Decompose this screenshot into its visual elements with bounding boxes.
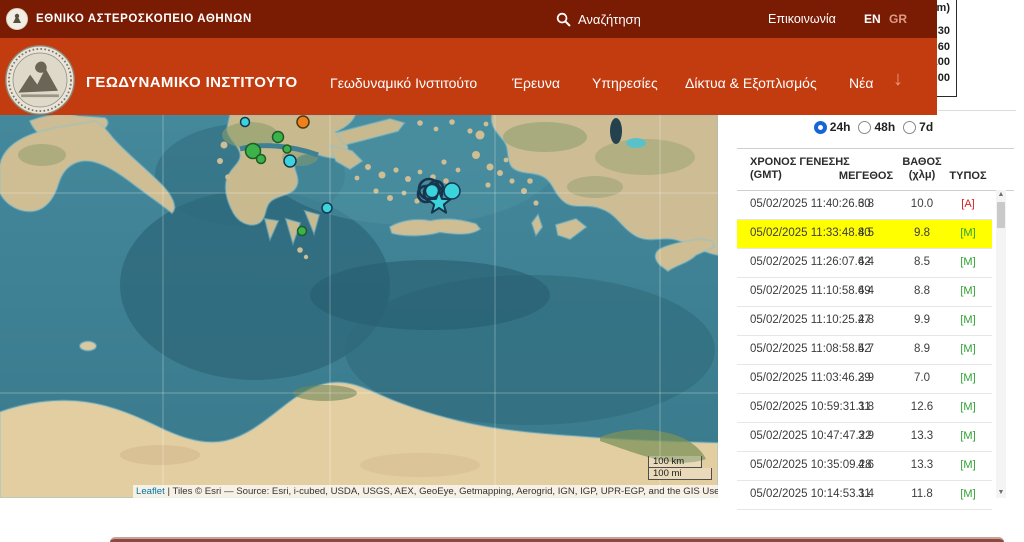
- nav-item-5[interactable]: Νέα: [849, 75, 873, 91]
- table-row[interactable]: 05/02/2025 10:59:31.113.812.6[M]: [737, 394, 992, 423]
- scale-mi: 100 mi: [648, 468, 712, 480]
- time-filter-label: 24h: [830, 120, 851, 134]
- col-header-time: ΧΡΟΝΟΣ ΓΕΝΕΣΗΣ (GMT): [750, 156, 850, 182]
- cell-magnitude: 3.9: [836, 365, 896, 392]
- nav-item-3[interactable]: Υπηρεσίες: [592, 75, 658, 91]
- leaflet-link[interactable]: Leaflet: [136, 486, 165, 497]
- footer-bar: [110, 537, 1004, 542]
- top-bar: ΕΘΝΙΚΟ ΑΣΤΕΡΟΣΚΟΠΕΙΟ ΑΘΗΝΩΝ Αναζήτηση Επ…: [0, 0, 937, 38]
- table-row[interactable]: 05/02/2025 10:14:53.113.411.8[M]: [737, 481, 992, 510]
- event-circle-marker-cyan[interactable]: [241, 118, 250, 127]
- contact-link[interactable]: Επικοινωνία: [768, 0, 836, 38]
- table-row[interactable]: 05/02/2025 11:10:58.694.48.8[M]: [737, 278, 992, 307]
- legend-line: 00: [938, 72, 950, 84]
- legend-line: m): [937, 2, 950, 14]
- event-circle-marker-green[interactable]: [298, 227, 307, 236]
- cell-magnitude: 3.8: [836, 394, 896, 421]
- earthquake-table: ΧΡΟΝΟΣ ΓΕΝΕΣΗΣ (GMT) ΜΕΓΕΘΟΣ ΒΑΘΟΣ (χλμ)…: [737, 148, 1014, 510]
- cell-type: [M]: [938, 481, 998, 508]
- table-row[interactable]: 05/02/2025 11:40:26.603.810.0[A]: [737, 191, 992, 220]
- cell-magnitude: 3.8: [836, 191, 896, 218]
- radio-icon[interactable]: [903, 121, 916, 134]
- geodynamic-institute-seal-logo[interactable]: [4, 44, 76, 116]
- time-filter-label: 48h: [874, 120, 895, 134]
- event-circle-marker-green[interactable]: [257, 155, 266, 164]
- cell-type: [M]: [938, 365, 998, 392]
- lang-en-button[interactable]: EN: [864, 0, 881, 38]
- event-circle-marker-cyan[interactable]: [284, 155, 296, 167]
- cell-type: [M]: [938, 394, 998, 421]
- time-filter-24h[interactable]: 24h: [814, 120, 851, 134]
- cell-magnitude: 3.4: [836, 481, 896, 508]
- earthquake-map[interactable]: 100 km 100 mi Leaflet | Tiles © Esri — S…: [0, 115, 718, 498]
- table-row[interactable]: 05/02/2025 10:35:09.284.613.3[M]: [737, 452, 992, 481]
- cell-type: [M]: [938, 278, 998, 305]
- col-header-type: ΤΥΠΟΣ: [938, 170, 998, 182]
- table-row[interactable]: 05/02/2025 10:47:47.223.913.3[M]: [737, 423, 992, 452]
- col-header-magnitude: ΜΕΓΕΘΟΣ: [836, 170, 896, 182]
- table-row[interactable]: 05/02/2025 11:26:07.624.48.5[M]: [737, 249, 992, 278]
- time-filter-48h[interactable]: 48h: [858, 120, 895, 134]
- cell-magnitude: 3.9: [836, 423, 896, 450]
- event-circle-marker-cyan[interactable]: [444, 183, 460, 199]
- page: m)306010000 ΕΘΝΙΚΟ ΑΣΤΕΡΟΣΚΟΠΕΙΟ ΑΘΗΝΩΝ …: [0, 0, 1024, 542]
- legend-line: 30: [938, 25, 950, 37]
- table-row[interactable]: 05/02/2025 11:33:48.804.59.8[M]: [737, 220, 992, 249]
- search-icon: [556, 12, 571, 27]
- nav-item-1[interactable]: Γεωδυναμικό Ινστιτούτο: [330, 75, 477, 91]
- event-circle-marker-green[interactable]: [283, 145, 291, 153]
- cell-type: [M]: [938, 336, 998, 363]
- cell-type: [M]: [938, 307, 998, 334]
- radio-icon[interactable]: [858, 121, 871, 134]
- cell-magnitude: 4.4: [836, 249, 896, 276]
- cell-type: [M]: [938, 423, 998, 450]
- scale-km: 100 km: [648, 456, 702, 468]
- radio-selected-icon[interactable]: [814, 121, 827, 134]
- divider: [938, 110, 1016, 111]
- time-filter-label: 7d: [919, 120, 933, 134]
- cell-magnitude: 4.4: [836, 278, 896, 305]
- cell-type: [A]: [938, 191, 998, 218]
- event-circle-marker-orange[interactable]: [297, 116, 309, 128]
- nav-item-2[interactable]: Έρευνα: [512, 75, 560, 91]
- cell-magnitude: 4.6: [836, 452, 896, 479]
- time-filter-radios: 24h 48h 7d: [737, 120, 1010, 134]
- tiles-attribution-text: | Tiles © Esri — Source: Esri, i-cubed, …: [165, 486, 718, 497]
- site-title: ΕΘΝΙΚΟ ΑΣΤΕΡΟΣΚΟΠΕΙΟ ΑΘΗΝΩΝ: [36, 0, 252, 38]
- search-label: Αναζήτηση: [578, 12, 641, 27]
- table-row[interactable]: 05/02/2025 11:03:46.293.97.0[M]: [737, 365, 992, 394]
- cell-type: [M]: [938, 452, 998, 479]
- scrollbar-thumb[interactable]: [997, 202, 1005, 228]
- map-canvas[interactable]: [0, 115, 718, 498]
- event-circle-marker-cyan[interactable]: [322, 203, 332, 213]
- institute-brand-title[interactable]: ΓΕΩΔΥΝΑΜΙΚΟ ΙΝΣΤΙΤΟΥΤΟ: [86, 74, 298, 91]
- cell-type: [M]: [938, 220, 998, 247]
- search-button[interactable]: Αναζήτηση: [556, 0, 641, 38]
- cell-magnitude: 4.7: [836, 336, 896, 363]
- observatory-logo-icon[interactable]: [6, 8, 28, 30]
- download-arrow-icon[interactable]: ↓: [893, 68, 903, 91]
- table-row[interactable]: 05/02/2025 11:08:58.524.78.9[M]: [737, 336, 992, 365]
- lang-gr-button[interactable]: GR: [889, 0, 907, 38]
- map-scale-control: 100 km 100 mi: [648, 456, 712, 480]
- table-scrollbar[interactable]: ▲ ▼: [996, 190, 1006, 498]
- legend-line: 60: [938, 41, 950, 53]
- scrollbar-up-icon[interactable]: ▲: [996, 190, 1006, 200]
- cell-magnitude: 4.5: [836, 220, 896, 247]
- main-nav-bar: ΓΕΩΔΥΝΑΜΙΚΟ ΙΝΣΤΙΤΟΥΤΟ Γεωδυναμικό Ινστι…: [0, 38, 937, 115]
- cell-magnitude: 4.8: [836, 307, 896, 334]
- table-row[interactable]: 05/02/2025 11:10:25.274.89.9[M]: [737, 307, 992, 336]
- nav-item-4[interactable]: Δίκτυα & Εξοπλισμός: [685, 75, 817, 91]
- cell-type: [M]: [938, 249, 998, 276]
- event-circle-marker-green[interactable]: [273, 132, 284, 143]
- table-header: ΧΡΟΝΟΣ ΓΕΝΕΣΗΣ (GMT) ΜΕΓΕΘΟΣ ΒΑΘΟΣ (χλμ)…: [737, 149, 1014, 191]
- scrollbar-down-icon[interactable]: ▼: [996, 488, 1006, 498]
- map-attribution: Leaflet | Tiles © Esri — Source: Esri, i…: [133, 485, 718, 498]
- time-filter-7d[interactable]: 7d: [903, 120, 933, 134]
